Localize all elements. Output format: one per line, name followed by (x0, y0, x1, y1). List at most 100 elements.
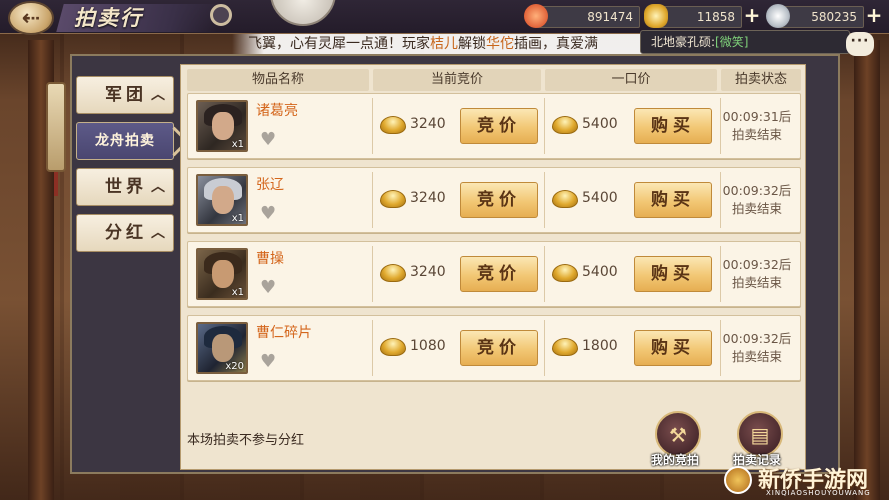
marquee-text: 解锁 (458, 36, 486, 52)
lantern-tassel (54, 172, 58, 196)
item-name: 诸葛亮 (256, 103, 298, 119)
divider (372, 98, 373, 154)
item-quantity: x1 (231, 139, 244, 150)
buy-button[interactable]: 购买 (634, 182, 712, 218)
column-header-status: 拍卖状态 (721, 69, 801, 91)
status-text: 拍卖结束 (731, 349, 782, 364)
countdown-time: 00:09:32后 (722, 257, 792, 272)
gold-ingot-icon (380, 264, 406, 282)
portrait-face (212, 186, 234, 214)
buy-button[interactable]: 购买 (634, 330, 712, 366)
auction-status: 00:09:31后 拍卖结束 (718, 108, 796, 144)
tab-world[interactable]: 世界 ︿ (76, 168, 174, 206)
currency-silver-value: 580235 (778, 6, 864, 28)
chat-emote: [微笑] (715, 35, 749, 49)
chevron-up-icon: ︿ (151, 179, 165, 195)
gavel-icon: ⚒ (669, 423, 687, 447)
gold-ingot-icon (552, 190, 578, 208)
buyout-price: 5400 (582, 190, 618, 206)
countdown-time: 00:09:32后 (722, 183, 792, 198)
heart-icon[interactable]: ♥ (260, 131, 278, 149)
page-title: 拍卖行 (74, 5, 143, 30)
current-bid: 3240 (410, 116, 446, 132)
my-bids-label: 我的竞拍 (651, 453, 700, 467)
status-text: 拍卖结束 (731, 275, 782, 290)
back-button[interactable]: ⇠ (8, 1, 54, 35)
auction-list-area: 物品名称 当前竞价 一口价 拍卖状态 x1 诸葛亮 ♥ 3240 竞价 5400… (180, 64, 806, 470)
divider (372, 172, 373, 228)
item-fragment-portrait[interactable]: x20 (196, 322, 248, 374)
watermark-subtext: XINQIAOSHOUYOUWANG (766, 489, 871, 497)
marquee-text: 插画，真爱满 (514, 36, 598, 52)
tab-label: 分红 (105, 223, 147, 243)
bid-button[interactable]: 竞价 (460, 108, 538, 144)
heart-icon[interactable]: ♥ (260, 279, 278, 297)
item-quantity: x1 (231, 213, 244, 224)
scroll-record-icon: ▤ (750, 423, 770, 447)
item-name: 曹操 (256, 251, 284, 267)
buy-button[interactable]: 购买 (634, 108, 712, 144)
marquee-hero-name: 华佗 (486, 36, 514, 52)
table-row: x1 诸葛亮 ♥ 3240 竞价 5400 购买 00:09:31后 拍卖结束 (187, 93, 801, 159)
currency-ingot-value: 11858 (656, 6, 742, 28)
table-row: x1 张辽 ♥ 3240 竞价 5400 购买 00:09:32后 拍卖结束 (187, 167, 801, 233)
gold-ingot-icon (644, 4, 668, 28)
hero-portrait[interactable]: x1 (196, 248, 248, 300)
divider (544, 172, 545, 228)
gold-ingot-icon (380, 338, 406, 356)
chat-preview[interactable]: 北地豪孔硕:[微笑] (640, 30, 850, 54)
watermark-text: 新侨手游网 (758, 467, 869, 493)
silver-coin-icon (766, 4, 790, 28)
column-header-bid: 当前竞价 (373, 69, 541, 91)
bid-button[interactable]: 竞价 (460, 330, 538, 366)
currency-stamina-value: 891474 (536, 6, 640, 28)
status-text: 拍卖结束 (731, 127, 782, 142)
seal-emblem-icon (270, 0, 336, 26)
watermark-logo-icon (724, 466, 752, 494)
divider (372, 246, 373, 302)
buy-button[interactable]: 购买 (634, 256, 712, 292)
current-bid: 1080 (410, 338, 446, 354)
buyout-price: 5400 (582, 116, 618, 132)
chevron-up-icon: ︿ (151, 225, 165, 241)
top-bar: ⇠ 拍卖行 891474 11858 + 580235 + (0, 0, 889, 35)
hero-portrait[interactable]: x1 (196, 174, 248, 226)
tab-dragon-boat-auction[interactable]: 龙舟拍卖 (76, 122, 174, 160)
tab-label: 龙舟拍卖 (95, 133, 155, 149)
portrait-face (212, 112, 234, 140)
item-quantity: x1 (231, 287, 244, 298)
heart-icon[interactable]: ♥ (260, 205, 278, 223)
dividend-note: 本场拍卖不参与分红 (187, 433, 305, 448)
chat-icon[interactable]: ··· (846, 32, 874, 56)
gold-ingot-icon (552, 116, 578, 134)
tab-label: 军团 (105, 85, 147, 105)
background-pillar (854, 40, 880, 500)
bid-button[interactable]: 竞价 (460, 182, 538, 218)
divider (544, 246, 545, 302)
tab-legion[interactable]: 军团 ︿ (76, 76, 174, 114)
add-ingot-button[interactable]: + (742, 5, 762, 26)
table-row: x1 曹操 ♥ 3240 竞价 5400 购买 00:09:32后 拍卖结束 (187, 241, 801, 307)
item-quantity: x20 (225, 361, 244, 372)
countdown-time: 00:09:31后 (722, 109, 792, 124)
column-header-item: 物品名称 (187, 69, 369, 91)
item-name: 张辽 (256, 177, 284, 193)
countdown-time: 00:09:32后 (722, 331, 792, 346)
item-name: 曹仁碎片 (256, 325, 312, 341)
column-header-buyout: 一口价 (545, 69, 717, 91)
tab-dividend[interactable]: 分红 ︿ (76, 214, 174, 252)
chat-speaker: 北地豪孔硕: (651, 35, 716, 49)
lantern-decoration-icon (46, 82, 66, 172)
auction-status: 00:09:32后 拍卖结束 (718, 330, 796, 366)
gear-icon[interactable] (210, 4, 232, 26)
hero-portrait[interactable]: x1 (196, 100, 248, 152)
divider (544, 320, 545, 376)
gold-ingot-icon (380, 190, 406, 208)
tab-label: 世界 (105, 177, 147, 197)
add-silver-button[interactable]: + (864, 5, 884, 26)
auction-status: 00:09:32后 拍卖结束 (718, 256, 796, 292)
gold-ingot-icon (380, 116, 406, 134)
bid-button[interactable]: 竞价 (460, 256, 538, 292)
divider (372, 320, 373, 376)
heart-icon[interactable]: ♥ (260, 353, 278, 371)
